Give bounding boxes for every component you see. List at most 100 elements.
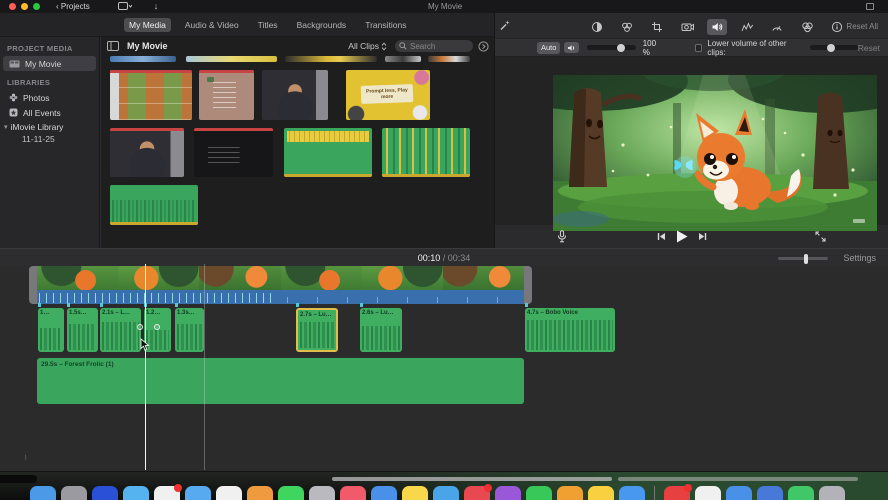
close-window-button[interactable] <box>9 3 16 10</box>
reset-button[interactable]: Reset <box>858 43 880 53</box>
crop-icon[interactable] <box>647 19 667 35</box>
window-action-icon[interactable] <box>866 3 874 10</box>
volume-slider[interactable] <box>587 43 636 52</box>
timeline[interactable]: 1… 1.5s… 2.1s – L… 1.2… 1.3s… 2.7s – Lu…… <box>0 264 888 472</box>
dock-app-icon[interactable] <box>402 486 428 500</box>
enhance-wand-icon[interactable] <box>499 19 511 31</box>
thumbnail-sliver[interactable] <box>110 56 176 62</box>
dock-app-icon[interactable] <box>619 486 645 500</box>
tab-item[interactable]: Titles <box>253 18 283 32</box>
dock-app-icon[interactable] <box>247 486 273 500</box>
dock-app-icon[interactable] <box>495 486 521 500</box>
dock-app-icon[interactable] <box>371 486 397 500</box>
dock-app-icon[interactable] <box>433 486 459 500</box>
dock-app-icon[interactable] <box>557 486 583 500</box>
fade-handle[interactable] <box>137 324 143 330</box>
color-correction-icon[interactable] <box>617 19 637 35</box>
dock-app-icon[interactable] <box>788 486 814 500</box>
dock-app-icon[interactable] <box>654 486 655 500</box>
timeline-settings-button[interactable]: Settings <box>843 253 876 263</box>
color-balance-icon[interactable] <box>587 19 607 35</box>
media-thumbnail-slide[interactable]: Prompt less, Play more <box>346 70 430 120</box>
dock-app-icon[interactable] <box>464 484 492 500</box>
dock-app-icon[interactable] <box>819 486 845 500</box>
dock-app-icon[interactable] <box>61 486 87 500</box>
zoom-window-button[interactable] <box>33 3 40 10</box>
tab-item[interactable]: Audio & Video <box>180 18 244 32</box>
clip-filter-icon[interactable] <box>797 19 817 35</box>
tab-item[interactable]: Transitions <box>360 18 411 32</box>
thumbnail-sliver[interactable] <box>186 56 277 62</box>
audio-clip[interactable]: 1.5s… <box>67 308 98 352</box>
sidebar-item-my-movie[interactable]: My Movie <box>3 56 96 71</box>
sidebar-toggle-icon[interactable] <box>107 41 119 51</box>
trim-handle-right[interactable] <box>524 266 532 304</box>
speaker-button[interactable] <box>564 42 580 53</box>
volume-icon[interactable] <box>707 19 727 35</box>
projects-back-button[interactable]: ‹ Projects <box>56 2 90 11</box>
audio-clip[interactable]: 4.7s – Bobo Voice <box>525 308 615 352</box>
media-thumbnail-fox-grid[interactable] <box>110 70 192 120</box>
dock-app-icon[interactable] <box>216 486 242 500</box>
dock-app-icon[interactable] <box>757 486 783 500</box>
audio-clip[interactable]: 1… <box>38 308 64 352</box>
audio-clip[interactable]: 2.6s – Lu… <box>360 308 402 352</box>
volume-slider-knob[interactable] <box>617 43 626 52</box>
video-clip-filmstrip[interactable] <box>37 266 524 290</box>
tab-item[interactable]: My Media <box>124 17 171 32</box>
media-thumbnail-terminal[interactable] <box>194 128 273 177</box>
dock-app-icon[interactable] <box>588 486 614 500</box>
media-thumbnail-presenter[interactable] <box>262 70 328 120</box>
audio-clip[interactable]: 2.1s – L… <box>100 308 141 352</box>
timeline-zoom-knob[interactable] <box>803 253 808 264</box>
music-clip[interactable]: 29.5s – Forest Frolic (1) <box>37 358 524 404</box>
previous-frame-button[interactable] <box>657 232 666 241</box>
thumbnail-sliver[interactable] <box>428 56 470 62</box>
sidebar-item-all-events[interactable]: All Events <box>0 105 99 120</box>
play-button[interactable] <box>676 230 688 243</box>
media-thumbnail-document[interactable] <box>199 70 254 120</box>
dock-app-icon[interactable] <box>278 486 304 500</box>
download-arrow-icon[interactable]: ↓ <box>154 2 159 11</box>
reset-all-button[interactable]: Reset All <box>846 22 878 31</box>
noise-reduction-icon[interactable] <box>737 19 757 35</box>
dock-app-icon[interactable] <box>30 486 56 500</box>
lower-volume-slider[interactable] <box>809 43 858 52</box>
fullscreen-icon[interactable] <box>815 231 826 242</box>
lower-volume-knob[interactable] <box>827 43 836 52</box>
sidebar-item-library-date[interactable]: 11-11-25 <box>0 134 99 147</box>
thumbnail-sliver[interactable] <box>385 56 421 62</box>
audio-clip[interactable]: 2.7s – Lu… <box>296 308 338 352</box>
lower-volume-checkbox[interactable] <box>694 43 703 52</box>
media-thumbnail-audio-3[interactable] <box>110 185 198 225</box>
timeline-zoom-slider[interactable] <box>778 253 828 264</box>
playhead[interactable] <box>145 264 146 470</box>
auto-button[interactable]: Auto <box>537 41 561 54</box>
media-thumbnail-audio-2[interactable] <box>382 128 470 177</box>
thumbnail-sliver[interactable] <box>285 56 377 62</box>
search-field[interactable] <box>395 40 473 52</box>
dock-app-icon[interactable] <box>340 486 366 500</box>
search-input[interactable] <box>410 41 468 51</box>
dock-app-icon[interactable] <box>664 484 692 500</box>
dock-app-icon[interactable] <box>92 486 118 500</box>
media-thumbnail-audio-1[interactable] <box>284 128 372 177</box>
dock-app-icon[interactable] <box>726 486 752 500</box>
dock-app-icon[interactable] <box>123 486 149 500</box>
clip-appearance-button[interactable] <box>478 40 489 52</box>
import-media-icon[interactable] <box>117 2 132 11</box>
minimize-window-button[interactable] <box>21 3 28 10</box>
media-thumbnail-presenter-2[interactable] <box>110 128 184 177</box>
info-icon[interactable] <box>827 19 847 35</box>
tab-item[interactable]: Backgrounds <box>292 18 352 32</box>
all-clips-dropdown[interactable]: All Clips <box>348 41 387 51</box>
audio-clip[interactable]: 1.3s… <box>175 308 204 352</box>
dock-app-icon[interactable] <box>695 486 721 500</box>
next-frame-button[interactable] <box>698 232 707 241</box>
speed-icon[interactable] <box>767 19 787 35</box>
sidebar-item-imovie-library[interactable]: ▾ iMovie Library <box>0 120 99 134</box>
dock-app-icon[interactable] <box>309 486 335 500</box>
sidebar-item-photos[interactable]: Photos <box>0 90 99 105</box>
fade-handle[interactable] <box>154 324 160 330</box>
dock-app-icon[interactable] <box>154 484 182 500</box>
